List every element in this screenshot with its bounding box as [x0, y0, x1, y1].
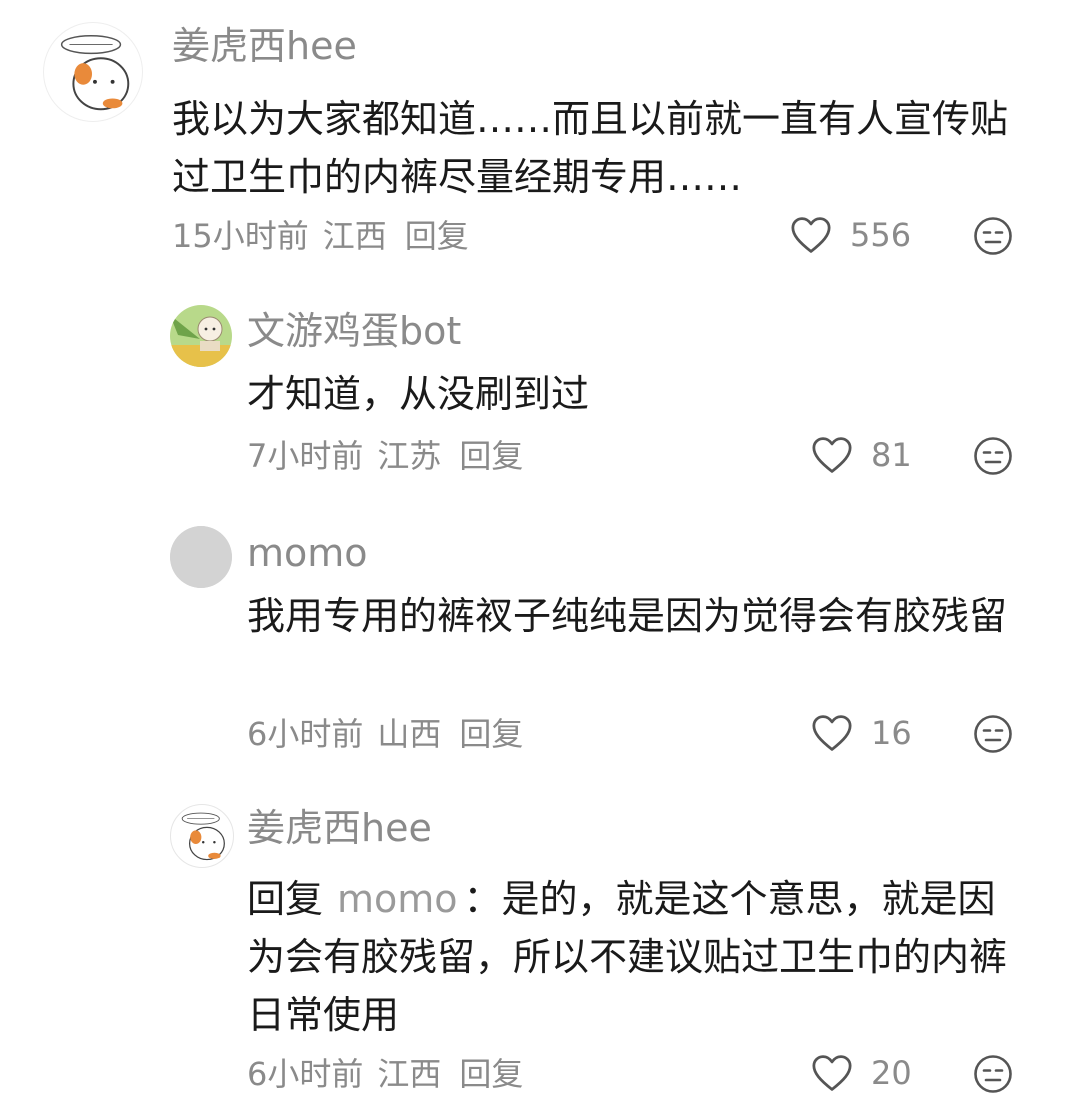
- reply-button[interactable]: 回复: [459, 437, 523, 475]
- comment-meta: 15小时前 江西 回复: [172, 216, 483, 256]
- avatar[interactable]: [170, 526, 232, 588]
- comment-meta: 7小时前 江苏 回复: [247, 436, 537, 476]
- cartoon-avatar-icon: [170, 305, 232, 367]
- location: 江苏: [377, 437, 442, 475]
- avatar[interactable]: [43, 22, 143, 122]
- dislike-button[interactable]: [973, 436, 1013, 476]
- like-count: 16: [871, 714, 912, 752]
- timestamp: 6小时前: [247, 1055, 364, 1093]
- reply-to-username[interactable]: momo: [337, 877, 458, 921]
- reply-item: 文游鸡蛋bot 才知道，从没刷到过 7小时前 江苏 回复 81: [0, 290, 1079, 490]
- dislike-button[interactable]: [973, 1054, 1013, 1094]
- like-button[interactable]: 16: [811, 714, 912, 752]
- username[interactable]: 文游鸡蛋bot: [247, 308, 461, 354]
- hamster-avatar-icon: [181, 812, 225, 861]
- username[interactable]: 姜虎西hee: [247, 805, 432, 851]
- meh-face-icon: [974, 1055, 1012, 1093]
- reply-button[interactable]: 回复: [459, 1055, 523, 1093]
- meh-face-icon: [974, 715, 1012, 753]
- heart-outline-icon: [812, 437, 852, 473]
- avatar[interactable]: [170, 305, 232, 367]
- reply-button[interactable]: 回复: [459, 715, 523, 753]
- location: 江西: [377, 1055, 442, 1093]
- heart-outline-icon: [812, 715, 852, 751]
- location: 江西: [322, 217, 387, 255]
- reply-button[interactable]: 回复: [405, 217, 469, 255]
- like-count: 20: [871, 1054, 912, 1092]
- comment-text: 才知道，从没刷到过: [247, 372, 590, 416]
- comment-text: 我以为大家都知道……而且以前就一直有人宣传贴过卫生巾的内裤尽量经期专用……: [172, 97, 1009, 199]
- username[interactable]: momo: [247, 530, 368, 576]
- like-button[interactable]: 556: [790, 216, 911, 254]
- like-button[interactable]: 81: [811, 436, 912, 474]
- like-button[interactable]: 20: [811, 1054, 912, 1092]
- avatar[interactable]: [170, 804, 234, 868]
- comment-item: 姜虎西hee 我以为大家都知道……而且以前就一直有人宣传贴过卫生巾的内裤尽量经期…: [0, 0, 1079, 270]
- reply-prefix: 回复: [247, 877, 324, 921]
- timestamp: 7小时前: [247, 437, 364, 475]
- heart-outline-icon: [791, 217, 831, 253]
- meh-face-icon: [974, 217, 1012, 255]
- comment-text: 回复 momo ：是的，就是这个意思，就是因为会有胶残留，所以不建议贴过卫生巾的内裤…: [247, 870, 1027, 1044]
- timestamp: 15小时前: [172, 217, 309, 255]
- dislike-button[interactable]: [973, 714, 1013, 754]
- meh-face-icon: [974, 437, 1012, 475]
- timestamp: 6小时前: [247, 715, 364, 753]
- dislike-button[interactable]: [973, 216, 1013, 256]
- comment-text: 我用专用的裤衩子纯纯是因为觉得会有胶残留: [247, 594, 1008, 638]
- comment-meta: 6小时前 山西 回复: [247, 714, 537, 754]
- heart-outline-icon: [812, 1055, 852, 1091]
- gray-default-avatar-icon: [170, 526, 232, 588]
- comment-meta: 6小时前 江西 回复: [247, 1054, 537, 1094]
- hamster-avatar-icon: [60, 35, 130, 111]
- like-count: 556: [850, 216, 912, 254]
- reply-item: 姜虎西hee 回复 momo ：是的，就是这个意思，就是因为会有胶残留，所以不建议贴…: [0, 790, 1079, 1115]
- reply-item: momo 我用专用的裤衩子纯纯是因为觉得会有胶残留 6小时前 山西 回复 16: [0, 510, 1079, 780]
- like-count: 81: [871, 436, 912, 474]
- username[interactable]: 姜虎西hee: [172, 23, 357, 69]
- location: 山西: [377, 715, 442, 753]
